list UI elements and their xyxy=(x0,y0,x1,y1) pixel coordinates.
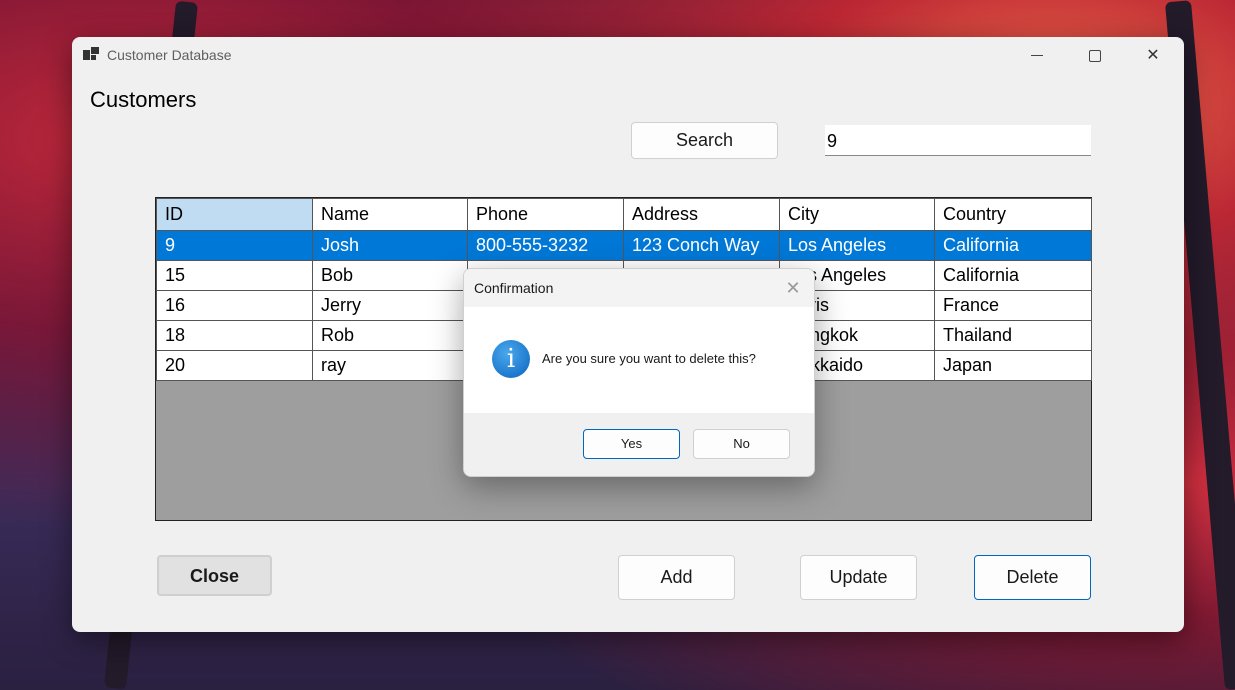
window-title: Customer Database xyxy=(107,47,232,63)
confirmation-dialog: Confirmation ✕ i Are you sure you want t… xyxy=(463,268,815,477)
yes-button[interactable]: Yes xyxy=(583,429,680,459)
close-icon: ✕ xyxy=(1146,45,1160,64)
cell-address[interactable]: 123 Conch Way xyxy=(623,230,780,261)
dialog-title: Confirmation xyxy=(474,280,554,296)
cell-id[interactable]: 20 xyxy=(156,350,313,381)
page-title: Customers xyxy=(90,87,197,112)
info-icon: i xyxy=(492,340,530,378)
cell-country[interactable]: California xyxy=(934,230,1092,261)
maximize-button[interactable] xyxy=(1066,37,1124,73)
table-row[interactable]: 9 Josh 800-555-3232 123 Conch Way Los An… xyxy=(156,230,1092,261)
cell-id[interactable]: 9 xyxy=(156,230,313,261)
search-input[interactable] xyxy=(825,125,1091,156)
minimize-icon xyxy=(1031,55,1043,56)
dialog-body: i Are you sure you want to delete this? xyxy=(464,307,814,413)
close-icon: ✕ xyxy=(785,278,801,298)
window-close-button[interactable]: ✕ xyxy=(1124,37,1182,73)
add-button[interactable]: Add xyxy=(618,555,735,600)
dialog-message: Are you sure you want to delete this? xyxy=(542,351,756,366)
cell-name[interactable]: Josh xyxy=(312,230,468,261)
no-button[interactable]: No xyxy=(693,429,790,459)
cell-name[interactable]: Jerry xyxy=(312,290,468,321)
delete-button[interactable]: Delete xyxy=(974,555,1091,600)
cell-country[interactable]: France xyxy=(934,290,1092,321)
minimize-button[interactable] xyxy=(1008,37,1066,73)
column-header-name[interactable]: Name xyxy=(312,198,468,231)
dialog-title-bar[interactable]: Confirmation ✕ xyxy=(464,269,814,307)
column-header-id[interactable]: ID xyxy=(156,198,313,231)
dialog-footer: Yes No xyxy=(464,413,814,476)
cell-name[interactable]: ray xyxy=(312,350,468,381)
app-icon xyxy=(83,47,99,63)
close-button[interactable]: Close xyxy=(157,555,272,596)
cell-city[interactable]: Los Angeles xyxy=(779,230,935,261)
column-header-address[interactable]: Address xyxy=(623,198,780,231)
grid-header-row: ID Name Phone Address City Country xyxy=(156,198,1092,231)
column-header-country[interactable]: Country xyxy=(934,198,1092,231)
cell-id[interactable]: 15 xyxy=(156,260,313,291)
search-button[interactable]: Search xyxy=(631,122,778,159)
update-button[interactable]: Update xyxy=(800,555,917,600)
column-header-city[interactable]: City xyxy=(779,198,935,231)
column-header-phone[interactable]: Phone xyxy=(467,198,624,231)
cell-id[interactable]: 18 xyxy=(156,320,313,351)
cell-country[interactable]: Thailand xyxy=(934,320,1092,351)
cell-name[interactable]: Bob xyxy=(312,260,468,291)
cell-country[interactable]: California xyxy=(934,260,1092,291)
cell-country[interactable]: Japan xyxy=(934,350,1092,381)
dialog-close-button[interactable]: ✕ xyxy=(782,277,804,299)
title-bar[interactable]: Customer Database ✕ xyxy=(72,37,1184,75)
cell-name[interactable]: Rob xyxy=(312,320,468,351)
maximize-icon xyxy=(1089,49,1101,62)
cell-id[interactable]: 16 xyxy=(156,290,313,321)
cell-phone[interactable]: 800-555-3232 xyxy=(467,230,624,261)
